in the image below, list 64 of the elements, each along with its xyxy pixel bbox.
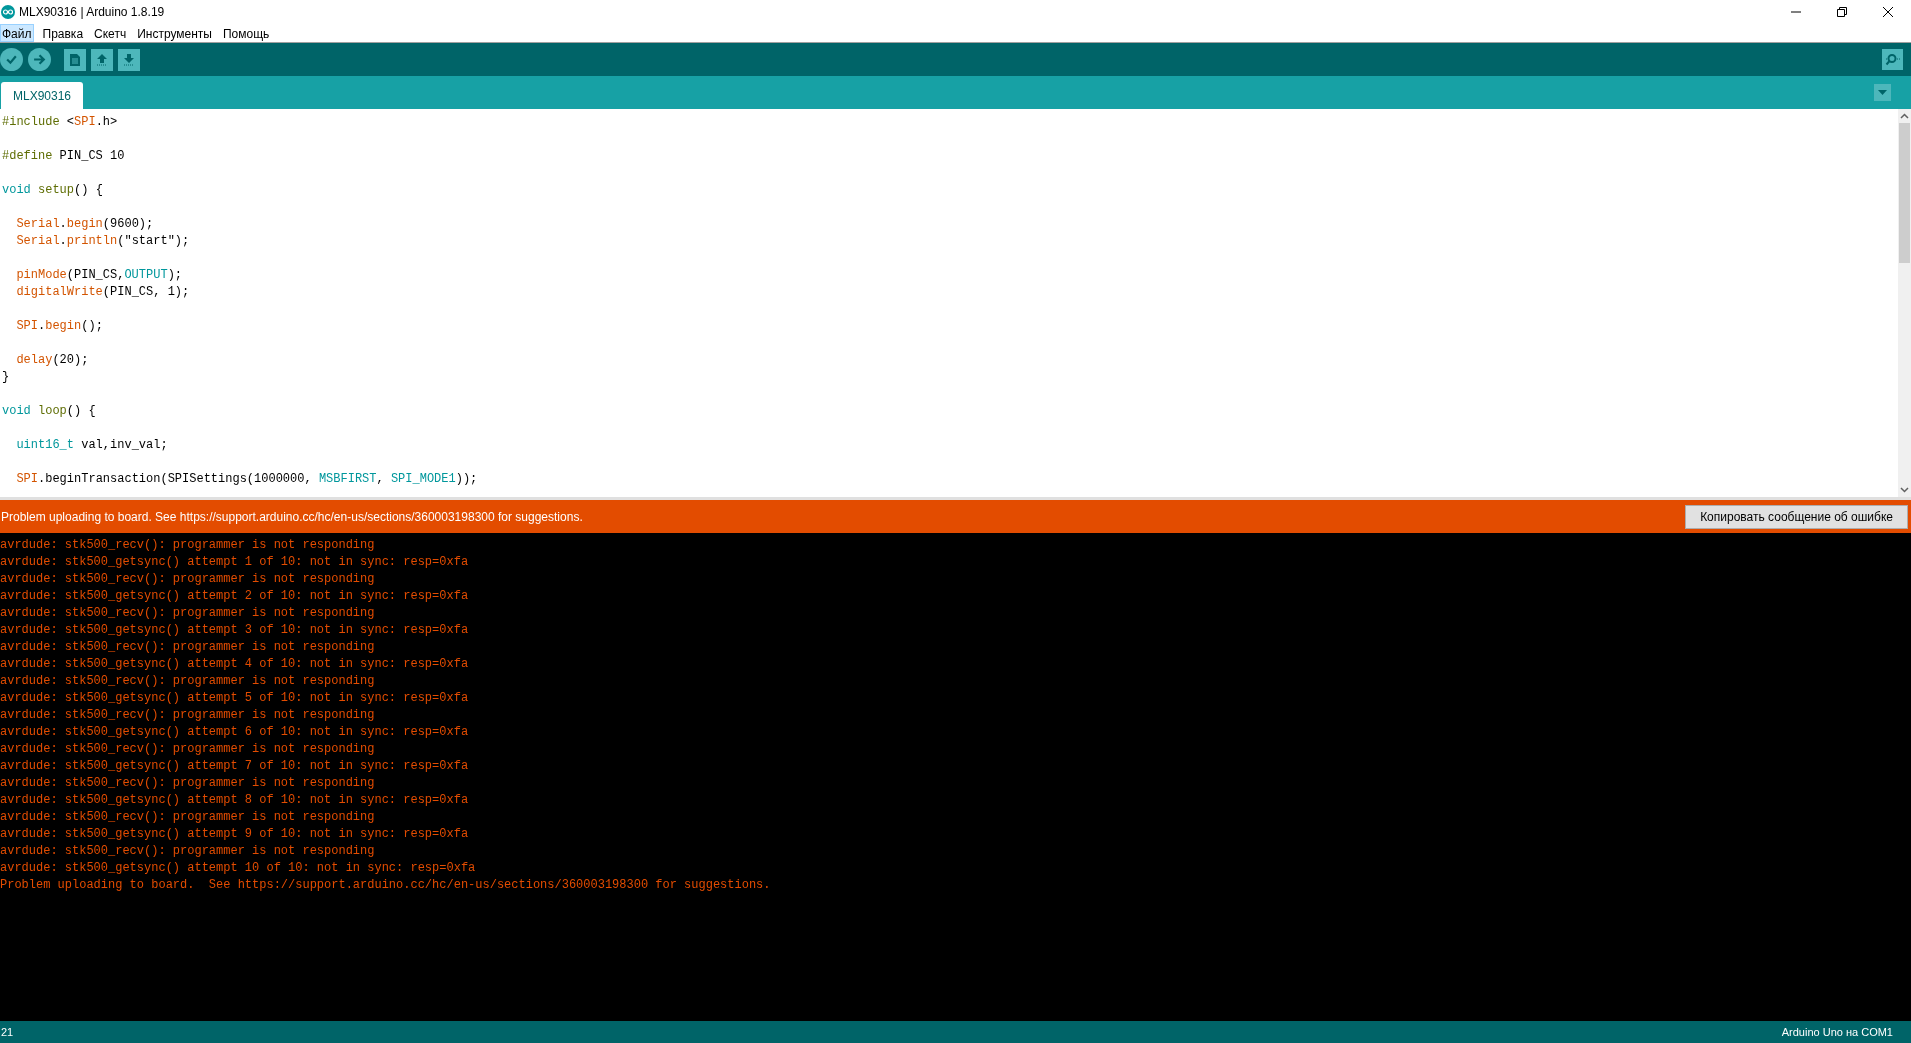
menu-item[interactable]: Инструменты	[135, 24, 214, 42]
code-line: void setup() {	[2, 182, 103, 199]
verify-button[interactable]	[0, 48, 23, 71]
magnifier-icon	[1885, 53, 1900, 66]
code-line: #define PIN_CS 10	[2, 148, 125, 165]
open-button[interactable]	[91, 48, 113, 71]
serial-monitor-button[interactable]	[1882, 49, 1903, 70]
console-line: avrdude: stk500_recv(): programmer is not responding	[0, 707, 375, 724]
right-arrow-icon	[33, 53, 46, 66]
code-line: Serial.begin(9600);	[15, 216, 154, 233]
board-port-label: Arduino Uno на COM1	[1781, 1024, 1893, 1040]
scroll-down-icon	[1900, 487, 1909, 493]
console-line: avrdude: stk500_getsync() attempt 5 of 10: not in sync: resp=0xfa	[0, 690, 469, 707]
console-line: avrdude: stk500_getsync() attempt 8 of 10: not in sync: resp=0xfa	[0, 792, 469, 809]
console-line: avrdude: stk500_recv(): programmer is not responding	[0, 639, 375, 656]
menu-item[interactable]: Помощь	[220, 24, 272, 42]
upload-button[interactable]	[28, 48, 51, 71]
console-line: avrdude: stk500_getsync() attempt 10 of 10: not in sync: resp=0xfa	[0, 860, 476, 877]
console-line: avrdude: stk500_recv(): programmer is not responding	[0, 571, 375, 588]
console-line: avrdude: stk500_getsync() attempt 1 of 10: not in sync: resp=0xfa	[0, 554, 469, 571]
console-line: avrdude: stk500_getsync() attempt 4 of 10: not in sync: resp=0xfa	[0, 656, 469, 673]
code-line: SPI.beginTransaction(SPISettings(1000000, MSBFIRST, SPI_MODE1));	[15, 471, 478, 488]
new-sketch-button[interactable]	[64, 48, 86, 71]
error-message: Problem uploading to board. See https://support.arduino.cc/hc/en-us/sections/360003198300 for suggestions.	[1, 508, 583, 526]
code-line: digitalWrite(PIN_CS, 1);	[15, 284, 190, 301]
console-line: avrdude: stk500_getsync() attempt 9 of 10: not in sync: resp=0xfa	[0, 826, 469, 843]
code-line: Serial.println("start");	[15, 233, 190, 250]
console-line: Problem uploading to board. See https://support.arduino.cc/hc/en-us/sections/360003198300 for suggestions.	[0, 877, 771, 894]
editor-tab[interactable]: MLX90316	[1, 82, 84, 109]
restore-icon	[1837, 7, 1847, 17]
code-line: uint16_t val,inv_val;	[15, 437, 168, 454]
scroll-up-icon	[1900, 113, 1909, 119]
console-line: avrdude: stk500_getsync() attempt 6 of 10: not in sync: resp=0xfa	[0, 724, 469, 741]
menu-item[interactable]: Правка	[40, 24, 86, 42]
console-line: avrdude: stk500_recv(): programmer is not responding	[0, 673, 375, 690]
console-line: avrdude: stk500_getsync() attempt 3 of 10: not in sync: resp=0xfa	[0, 622, 469, 639]
close-icon	[1883, 7, 1893, 17]
checkmark-icon	[5, 53, 18, 66]
code-line: SPI.begin();	[15, 318, 103, 335]
code-line: void loop() {	[2, 403, 96, 420]
console-line: avrdude: stk500_recv(): programmer is not responding	[0, 605, 375, 622]
console-line: avrdude: stk500_recv(): programmer is not responding	[0, 775, 375, 792]
caret-down-icon	[1878, 90, 1887, 95]
menu-item[interactable]: Файл	[0, 24, 34, 42]
document-icon	[69, 52, 81, 67]
up-arrow-icon	[96, 52, 108, 67]
console-line: avrdude: stk500_getsync() attempt 2 of 10: not in sync: resp=0xfa	[0, 588, 469, 605]
menu-item[interactable]: Скетч	[92, 24, 129, 42]
console-line: avrdude: stk500_recv(): programmer is not responding	[0, 809, 375, 826]
window-title: MLX90316 | Arduino 1.8.19	[19, 4, 165, 21]
console-line: avrdude: stk500_recv(): programmer is not responding	[0, 843, 375, 860]
line-number: 21	[1, 1024, 14, 1040]
scrollbar-thumb[interactable]	[1899, 123, 1910, 263]
console-line: avrdude: stk500_getsync() attempt 7 of 10: not in sync: resp=0xfa	[0, 758, 469, 775]
tab-menu-button[interactable]	[1874, 84, 1891, 101]
code-line: delay(20);	[15, 352, 89, 369]
save-button[interactable]	[118, 48, 140, 71]
code-line: #include <SPI.h>	[2, 114, 118, 131]
code-line: }	[2, 369, 10, 386]
console-line: avrdude: stk500_recv(): programmer is not responding	[0, 741, 375, 758]
code-line: pinMode(PIN_CS,OUTPUT);	[15, 267, 183, 284]
console-line: avrdude: stk500_recv(): programmer is not responding	[0, 537, 375, 554]
down-arrow-icon	[123, 52, 135, 67]
copy-error-button[interactable]: Копировать сообщение об ошибке	[1685, 504, 1908, 529]
